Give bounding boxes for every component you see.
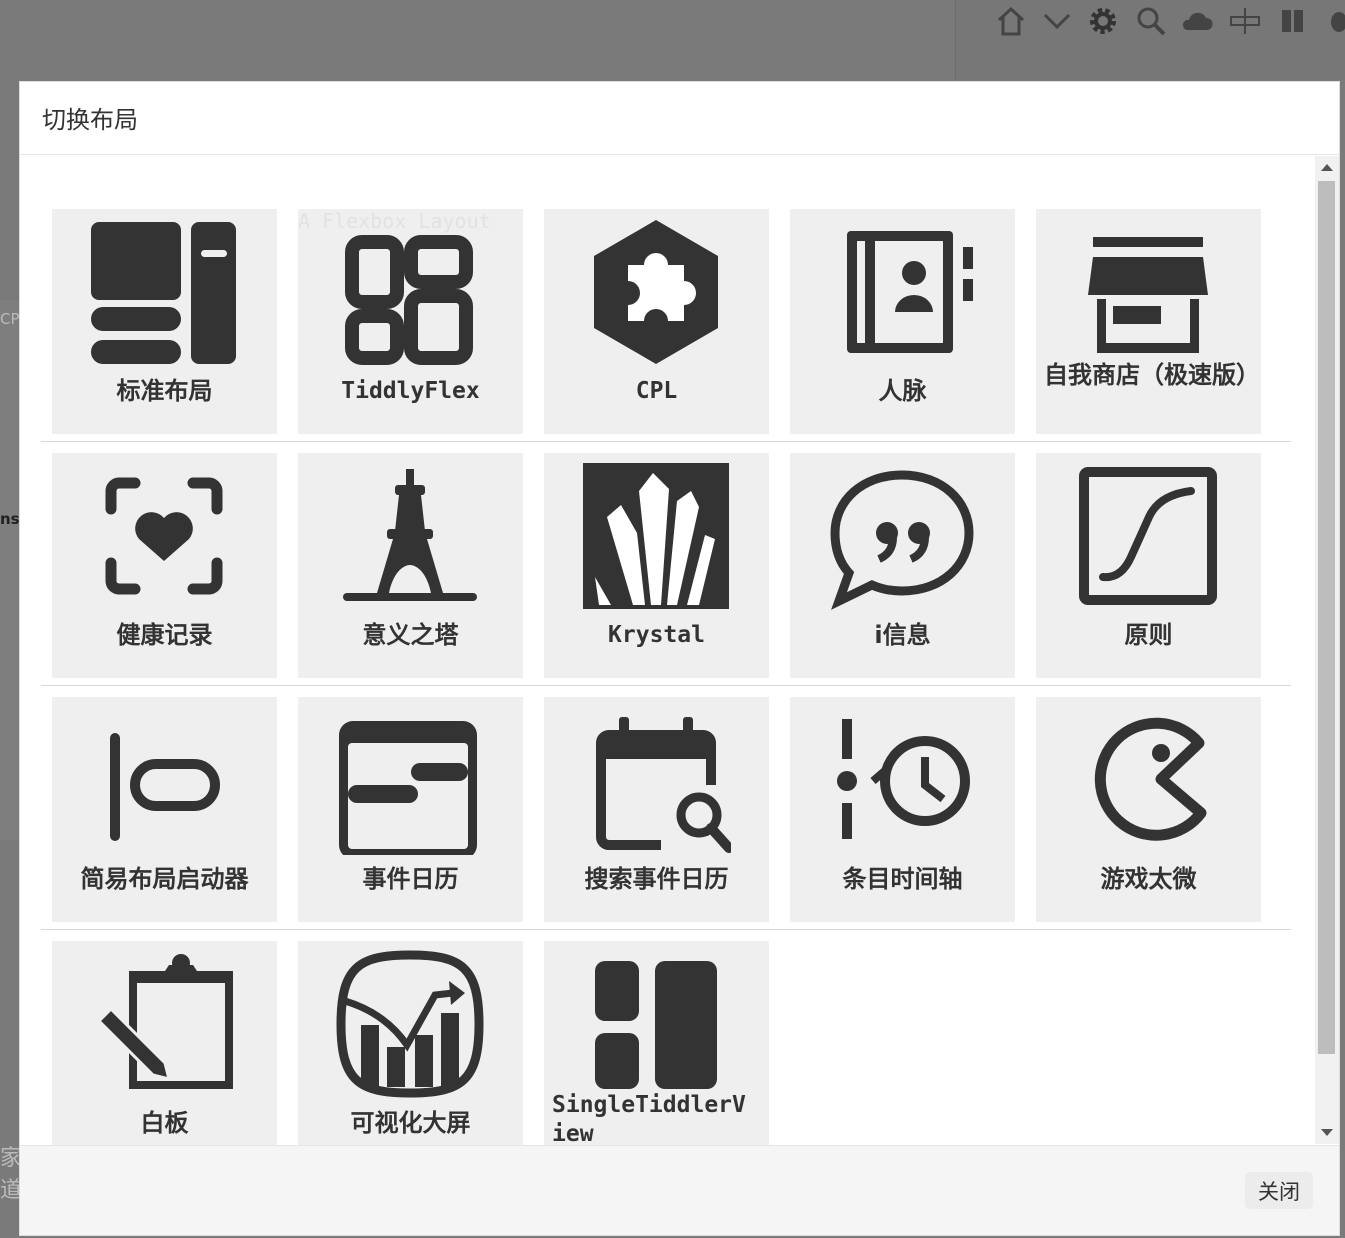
layout-label: 自我商店（极速版） xyxy=(1044,361,1260,389)
layout-label: 标准布局 xyxy=(116,377,213,405)
layout-label: 人脉 xyxy=(878,377,927,405)
chevron-down-icon xyxy=(1040,4,1074,38)
layout-tile-info[interactable]: i信息 xyxy=(790,453,1015,678)
layout-row: 简易布局启动器 事件日历 搜索事件日历 条目时间轴 游戏太微 xyxy=(41,697,1291,941)
layout-label: 意义之塔 xyxy=(362,621,459,649)
layout-tile-cpl[interactable]: CPL xyxy=(544,209,769,434)
layout-label: 健康记录 xyxy=(116,621,213,649)
gear-icon xyxy=(1086,4,1120,38)
event-calendar-icon xyxy=(335,705,485,855)
layout-tile-dashboard[interactable]: 可视化大屏 xyxy=(298,941,523,1145)
pacman-icon xyxy=(1073,705,1223,855)
layout-tile-contacts[interactable]: 人脉 xyxy=(790,209,1015,434)
background-sidebar xyxy=(0,300,20,840)
layout-tile-game[interactable]: 游戏太微 xyxy=(1036,697,1261,922)
background-text: ns xyxy=(0,510,20,528)
bug-icon xyxy=(1322,4,1345,38)
layout-tile-krystal[interactable]: Krystal xyxy=(544,453,769,678)
single-tiddler-icon xyxy=(581,949,731,1099)
layout-tile-search-calendar[interactable]: 搜索事件日历 xyxy=(544,697,769,922)
quote-bubble-icon xyxy=(827,461,977,611)
layout-row: 白板 可视化大屏 SingleTiddlerView xyxy=(52,941,1272,1145)
modal-scrollbar[interactable] xyxy=(1315,156,1339,1144)
modal-body: 标准布局 A Flexbox Layout TiddlyFlex CPL 人脉 … xyxy=(20,155,1315,1145)
layout-label: TiddlyFlex xyxy=(341,378,480,404)
layout-row: 健康记录 意义之塔 Krystal i信息 原则 xyxy=(41,453,1291,697)
calendar-search-icon xyxy=(581,705,731,855)
layout-row: 标准布局 A Flexbox Layout TiddlyFlex CPL 人脉 … xyxy=(41,209,1291,453)
modal-title: 切换布局 xyxy=(42,106,138,134)
layout-label: 条目时间轴 xyxy=(842,865,963,893)
layout-tile-principles[interactable]: 原则 xyxy=(1036,453,1261,678)
sidebar-icon xyxy=(1276,4,1310,38)
layout-label: 可视化大屏 xyxy=(350,1109,471,1137)
layout-label: CPL xyxy=(635,378,678,404)
layout-label: SingleTiddlerView xyxy=(552,1092,746,1145)
layout-tile-health[interactable]: 健康记录 xyxy=(52,453,277,678)
layout-label: 游戏太微 xyxy=(1100,865,1197,893)
layout-tile-event-calendar[interactable]: 事件日历 xyxy=(298,697,523,922)
scrollbar-thumb[interactable] xyxy=(1318,181,1335,1054)
s-curve-icon xyxy=(1073,461,1223,611)
address-book-icon xyxy=(827,217,977,367)
splitter-icon xyxy=(1228,4,1262,38)
layout-tile-whiteboard[interactable]: 白板 xyxy=(52,941,277,1145)
scroll-down-arrow-icon[interactable] xyxy=(1321,1129,1333,1136)
layout-tile-tower[interactable]: 意义之塔 xyxy=(298,453,523,678)
layout-tile-launcher[interactable]: 简易布局启动器 xyxy=(52,697,277,922)
layout-tile-single-tiddler[interactable]: SingleTiddlerView xyxy=(544,941,769,1145)
layout-label: 事件日历 xyxy=(362,865,459,893)
align-left-icon xyxy=(89,705,239,855)
timeline-clock-icon xyxy=(827,705,977,855)
scroll-up-arrow-icon[interactable] xyxy=(1321,164,1333,171)
layout-label: 简易布局启动器 xyxy=(80,865,249,893)
layout-tile-standard[interactable]: 标准布局 xyxy=(52,209,277,434)
modal-header: 切换布局 xyxy=(20,82,1339,155)
dashboard-chart-icon xyxy=(335,949,485,1099)
heart-scan-icon xyxy=(89,461,239,611)
puzzle-hexagon-icon xyxy=(581,217,731,367)
cloud-icon xyxy=(1180,4,1214,38)
layout-label: 原则 xyxy=(1124,621,1173,649)
crystal-icon xyxy=(581,461,731,611)
layout-label: 搜索事件日历 xyxy=(584,865,729,893)
zoom-icon xyxy=(1134,4,1168,38)
layout-tile-tiddlyflex[interactable]: A Flexbox Layout TiddlyFlex xyxy=(298,209,523,434)
eiffel-tower-icon xyxy=(335,461,485,611)
switch-layout-modal: 切换布局 标准布局 A Flexbox Layout TiddlyFlex CP… xyxy=(19,81,1340,1236)
layout-tile-timeline[interactable]: 条目时间轴 xyxy=(790,697,1015,922)
modal-footer: 关闭 xyxy=(20,1145,1339,1235)
shop-icon xyxy=(1073,217,1223,367)
home-icon xyxy=(994,4,1028,38)
flex-grid-icon xyxy=(335,217,485,367)
background-toolbar xyxy=(955,0,1345,80)
background-text: CP xyxy=(0,310,20,328)
layout-label: Krystal xyxy=(608,622,705,648)
layout-label: i信息 xyxy=(874,621,931,649)
layout-grid: 标准布局 A Flexbox Layout TiddlyFlex CPL 人脉 … xyxy=(41,209,1291,1145)
whiteboard-icon xyxy=(89,949,239,1099)
close-button[interactable]: 关闭 xyxy=(1245,1172,1313,1209)
layout-label: 白板 xyxy=(140,1109,189,1137)
layout-tile-self-shop[interactable]: 自我商店（极速版） xyxy=(1036,209,1261,434)
standard-layout-icon xyxy=(89,217,239,367)
